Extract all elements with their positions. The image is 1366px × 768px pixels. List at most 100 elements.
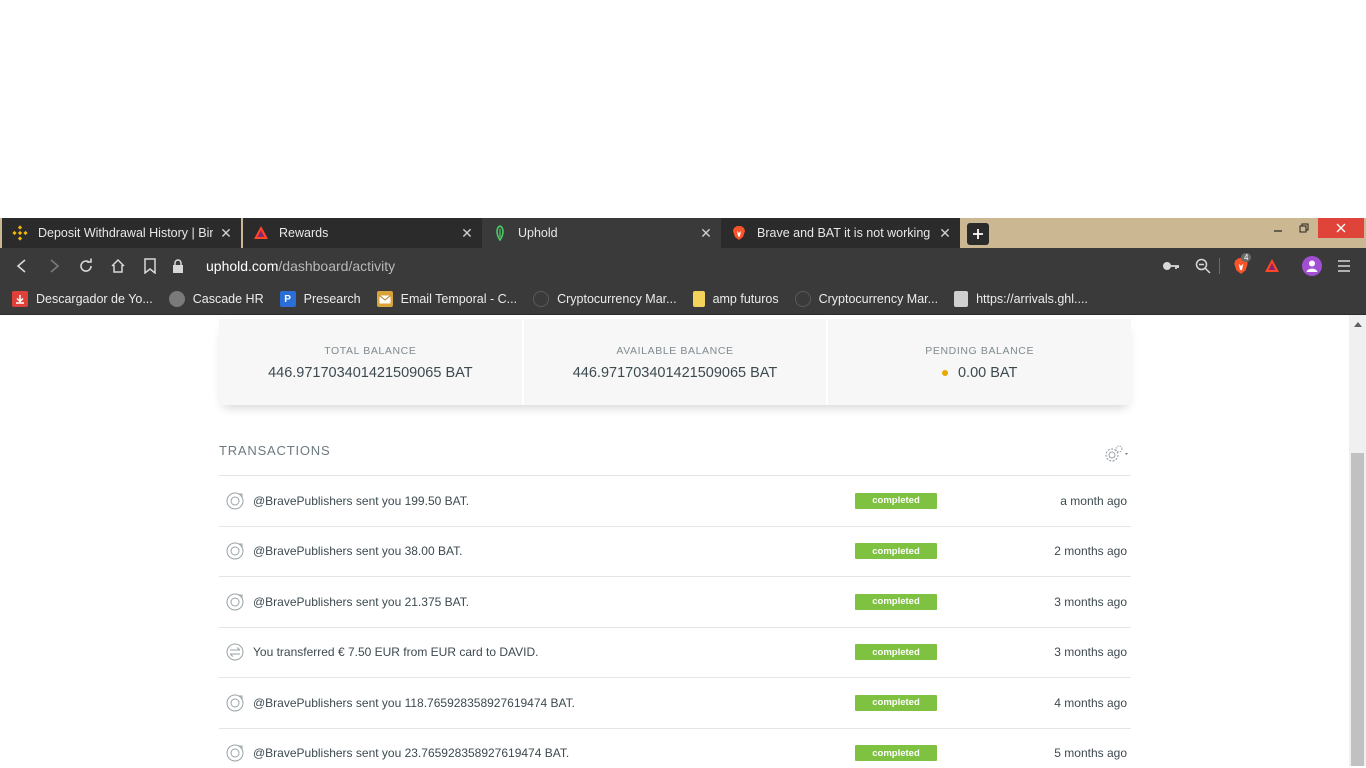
- address-bar[interactable]: uphold.com/dashboard/activity: [172, 252, 1192, 280]
- bookmark-item[interactable]: amp futuros: [692, 291, 779, 307]
- page-scrollbar[interactable]: [1349, 315, 1366, 766]
- lock-icon[interactable]: [172, 258, 186, 274]
- status-badge: completed: [855, 644, 937, 661]
- close-tab-icon[interactable]: ✕: [699, 226, 713, 240]
- url-host: uphold.com: [206, 258, 279, 274]
- globe-icon: [168, 291, 185, 307]
- hamburger-icon: [1338, 260, 1350, 272]
- bookmark-label: Cascade HR: [192, 292, 264, 306]
- reload-button[interactable]: [76, 256, 96, 276]
- balance-label: TOTAL BALANCE: [324, 345, 417, 357]
- bookmarks-bar: Descargador de Yo... Cascade HR P Presea…: [0, 284, 1366, 315]
- bookmark-label: amp futuros: [712, 292, 779, 306]
- transaction-time: 2 months ago: [1054, 544, 1127, 559]
- restore-button[interactable]: [1290, 218, 1318, 238]
- mail-icon: [376, 291, 393, 307]
- menu-button[interactable]: [1334, 256, 1354, 276]
- tab-title: Brave and BAT it is not working pro: [757, 226, 932, 240]
- coinmarketcap-icon: [533, 291, 550, 307]
- transaction-time: 5 months ago: [1054, 746, 1127, 761]
- bookmark-item[interactable]: https://arrivals.ghl....: [954, 291, 1088, 307]
- key-icon: [1163, 262, 1179, 270]
- bookmark-label: Cryptocurrency Mar...: [557, 292, 677, 306]
- available-balance: AVAILABLE BALANCE 446.971703401421509065…: [524, 319, 829, 405]
- balance-value: 0.00 BAT: [828, 365, 1131, 381]
- transaction-row[interactable]: @BravePublishers sent you 21.375 BAT. co…: [219, 577, 1131, 628]
- transactions-header: TRANSACTIONS: [219, 440, 1131, 476]
- bookmark-label: Presearch: [303, 292, 361, 306]
- binance-icon: [12, 225, 28, 241]
- balance-value: 446.971703401421509065 BAT: [524, 365, 827, 381]
- bookmark-item[interactable]: Cryptocurrency Mar...: [533, 291, 677, 307]
- status-badge: completed: [855, 543, 937, 560]
- uphold-icon: [492, 225, 508, 241]
- brave-shields-button[interactable]: 4: [1228, 253, 1254, 276]
- bookmark-label: https://arrivals.ghl....: [976, 292, 1088, 306]
- transaction-time: 4 months ago: [1054, 695, 1127, 710]
- transaction-description: @BravePublishers sent you 38.00 BAT.: [253, 544, 463, 559]
- transaction-row[interactable]: @BravePublishers sent you 38.00 BAT. com…: [219, 527, 1131, 577]
- balance-label: AVAILABLE BALANCE: [616, 345, 734, 357]
- transaction-row[interactable]: You transferred € 7.50 EUR from EUR card…: [219, 628, 1131, 678]
- tab-brave-community[interactable]: Brave and BAT it is not working pro ✕: [721, 218, 960, 248]
- document-icon: [954, 291, 969, 307]
- bookmark-item[interactable]: Cryptocurrency Mar...: [794, 291, 939, 307]
- status-badge: completed: [855, 694, 937, 711]
- receive-icon: [226, 744, 244, 762]
- bat-triangle-icon: [253, 225, 269, 241]
- password-key-button[interactable]: [1161, 256, 1181, 276]
- tab-rewards[interactable]: Rewards ✕: [243, 218, 482, 248]
- bookmark-item[interactable]: Descargador de Yo...: [12, 291, 153, 307]
- back-button[interactable]: [12, 256, 32, 276]
- transaction-time: 3 months ago: [1054, 594, 1127, 609]
- total-balance: TOTAL BALANCE 446.971703401421509065 BAT: [219, 319, 524, 405]
- restore-icon: [1299, 223, 1309, 233]
- close-tab-icon[interactable]: ✕: [938, 226, 952, 240]
- zoom-out-icon: [1195, 258, 1211, 274]
- close-window-button[interactable]: [1318, 218, 1364, 238]
- close-tab-icon[interactable]: ✕: [219, 226, 233, 240]
- profile-button[interactable]: [1301, 255, 1323, 277]
- scroll-thumb[interactable]: [1351, 453, 1364, 766]
- toolbar-divider: [1219, 258, 1220, 274]
- tab-title: Rewards: [279, 226, 329, 240]
- tab-title: Uphold: [518, 226, 558, 240]
- forward-button[interactable]: [44, 256, 64, 276]
- minimize-button[interactable]: [1264, 218, 1292, 238]
- bookmark-item[interactable]: P Presearch: [279, 291, 361, 307]
- browser-toolbar: uphold.com/dashboard/activity 4: [0, 248, 1366, 284]
- url-path: /dashboard/activity: [278, 258, 396, 274]
- transactions-settings-button[interactable]: [1101, 444, 1131, 464]
- zoom-button[interactable]: [1193, 256, 1213, 276]
- tab-binance[interactable]: Deposit Withdrawal History | Binar ✕: [2, 218, 241, 248]
- presearch-icon: P: [279, 291, 296, 307]
- new-tab-button[interactable]: [967, 223, 989, 245]
- bookmark-item[interactable]: Cascade HR: [168, 291, 264, 307]
- bat-triangle-icon: [1265, 259, 1279, 272]
- transaction-description: @BravePublishers sent you 118.7659283589…: [253, 695, 575, 710]
- close-tab-icon[interactable]: ✕: [460, 226, 474, 240]
- status-badge: completed: [855, 593, 937, 610]
- transaction-row[interactable]: @BravePublishers sent you 23.76592835892…: [219, 729, 1131, 768]
- transaction-row[interactable]: @BravePublishers sent you 118.7659283589…: [219, 678, 1131, 729]
- reload-icon: [80, 258, 92, 272]
- receive-icon: [226, 694, 244, 712]
- bookmark-button[interactable]: [140, 256, 160, 276]
- brave-rewards-button[interactable]: [1262, 256, 1282, 276]
- bookmark-label: Cryptocurrency Mar...: [818, 292, 939, 306]
- transaction-row[interactable]: @BravePublishers sent you 199.50 BAT. co…: [219, 476, 1131, 527]
- bookmark-item[interactable]: Email Temporal - C...: [376, 291, 517, 307]
- scroll-up-button[interactable]: [1349, 317, 1366, 331]
- bookmark-label: Descargador de Yo...: [36, 292, 153, 306]
- caret-up-icon: [1353, 321, 1362, 327]
- transaction-description: @BravePublishers sent you 21.375 BAT.: [253, 594, 470, 609]
- receive-icon: [226, 542, 244, 560]
- page-content: TOTAL BALANCE 446.971703401421509065 BAT…: [0, 315, 1366, 766]
- balance-value: 446.971703401421509065 BAT: [219, 365, 522, 381]
- status-badge: completed: [855, 745, 937, 762]
- transactions-list: @BravePublishers sent you 199.50 BAT. co…: [219, 476, 1131, 768]
- gear-icon: [1105, 445, 1128, 462]
- blank-area: [0, 0, 1366, 218]
- home-button[interactable]: [108, 256, 128, 276]
- tab-uphold[interactable]: Uphold ✕: [482, 218, 721, 248]
